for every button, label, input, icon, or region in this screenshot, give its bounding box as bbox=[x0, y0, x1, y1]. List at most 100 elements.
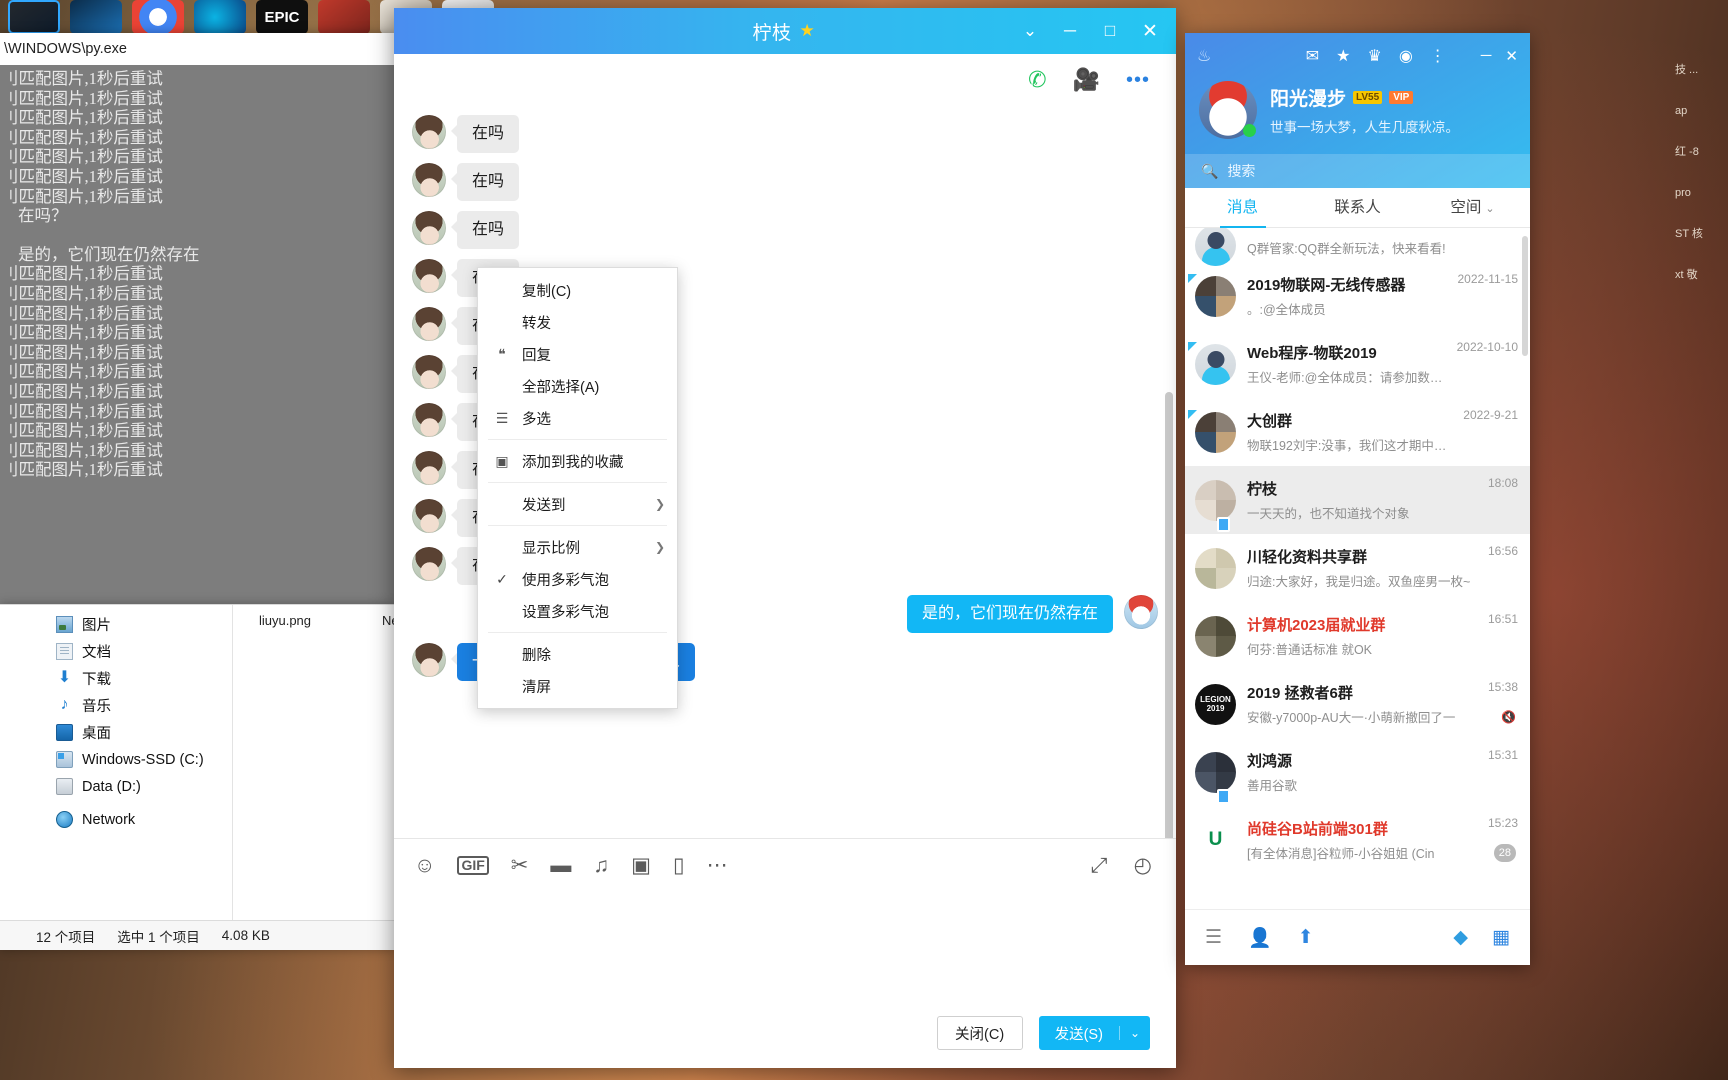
explorer-nav-item[interactable]: 文档 bbox=[56, 638, 232, 665]
message-input[interactable] bbox=[394, 891, 1176, 998]
context-menu-item[interactable]: 显示比例 ❯ bbox=[478, 531, 677, 563]
chat-list-item[interactable]: LEGION 2019 2019 拯救者6群 安徽-y7000p-AU大一·小萌新撤回… bbox=[1185, 670, 1530, 738]
file-explorer-window[interactable]: 图片 文档 ⬇ 下载 ♪ 音乐 桌面 Windows-SSD (C:) Data (D:) Net… bbox=[0, 604, 408, 950]
qq-header-icons[interactable]: ♨ ✉ ★ ♛ ◉ ⋮ ─ ✕ bbox=[1185, 43, 1530, 69]
avatar[interactable] bbox=[412, 259, 446, 293]
avatar[interactable] bbox=[1195, 479, 1236, 521]
menu-icon[interactable]: ☰ bbox=[1205, 926, 1222, 949]
avatar[interactable] bbox=[412, 163, 446, 197]
explorer-nav-item[interactable]: ♪ 音乐 bbox=[56, 692, 232, 719]
qq-bottom-bar[interactable]: ☰ 👤 ⬆ ◆ ▦ bbox=[1185, 909, 1530, 965]
chevron-down-icon[interactable]: ⌄ bbox=[1485, 203, 1494, 215]
chat-list-item[interactable]: 大创群 物联192刘宇:没事，我们这才期中，等下 2022-9-21 bbox=[1185, 398, 1530, 466]
explorer-nav-item[interactable]: Windows-SSD (C:) bbox=[56, 746, 232, 773]
avatar[interactable] bbox=[412, 355, 446, 389]
avatar[interactable] bbox=[412, 547, 446, 581]
avatar[interactable] bbox=[412, 643, 446, 677]
explorer-nav-pane[interactable]: 图片 文档 ⬇ 下载 ♪ 音乐 桌面 Windows-SSD (C:) Data (D:) Net… bbox=[0, 605, 232, 920]
chat-list-item[interactable]: 刘鸿源 善用谷歌 15:31 bbox=[1185, 738, 1530, 806]
avatar[interactable]: LEGION 2019 bbox=[1195, 683, 1236, 725]
chat-input-bar[interactable]: ☺ GIF ✂ ▬ ♫ ▣ ▯ ⋯ ⤢ ◴ 关闭(C) 发送(S) ⌄ bbox=[394, 838, 1176, 1068]
message-context-menu[interactable]: 复制(C) 转发 ❝ 回复 全部选择(A) ☰ 多选 ▣ 添加到我的收藏 发送到 ❯ 显示比例 ❯ ✓ 使用… bbox=[477, 267, 678, 709]
input-toolbar-right[interactable]: ⤢ ◴ bbox=[1091, 855, 1152, 876]
avatar[interactable] bbox=[412, 307, 446, 341]
chat-list-item[interactable]: Web程序-物联2019 王仪-老师:@全体成员：请参加数据通信 2022-10-1… bbox=[1185, 330, 1530, 398]
star-icon[interactable]: ★ bbox=[1336, 46, 1350, 66]
message-bubble[interactable]: 在吗 bbox=[450, 115, 520, 153]
message-bubble[interactable]: 是的，它们现在仍然存在 bbox=[906, 595, 1113, 633]
explorer-nav-item[interactable]: ⬇ 下载 bbox=[56, 665, 232, 692]
chat-list-item[interactable]: Q群管家:QQ群全新玩法，快来看看! bbox=[1185, 228, 1530, 266]
close-icon[interactable]: ✕ bbox=[1130, 8, 1170, 54]
epic-games-icon[interactable]: EPIC bbox=[256, 0, 308, 34]
avatar[interactable] bbox=[1195, 343, 1236, 385]
avatar[interactable] bbox=[1195, 411, 1236, 453]
gif-icon[interactable]: GIF bbox=[457, 855, 489, 875]
context-menu-item[interactable]: 设置多彩气泡 bbox=[478, 595, 677, 627]
chat-window-controls[interactable]: ⌄ ─ □ ✕ bbox=[1010, 8, 1170, 54]
music-icon[interactable]: ♫ bbox=[593, 855, 609, 876]
context-menu-item[interactable]: 全部选择(A) bbox=[478, 370, 677, 402]
bell-icon[interactable]: ♨ bbox=[1197, 46, 1211, 66]
chat-list-item[interactable]: 柠枝 一天天的，也不知道找个对象 18:08 bbox=[1185, 466, 1530, 534]
explorer-nav-item[interactable]: 图片 bbox=[56, 611, 232, 638]
tab-空间[interactable]: 空间 ⌄ bbox=[1415, 188, 1530, 228]
photo-tile-icon[interactable] bbox=[318, 0, 370, 34]
qq-header-icon-group[interactable]: ✉ ★ ♛ ◉ ⋮ ─ ✕ bbox=[1306, 46, 1518, 66]
context-menu-item[interactable]: 转发 bbox=[478, 306, 677, 338]
avatar[interactable] bbox=[412, 115, 446, 149]
emoji-icon[interactable]: ☺ bbox=[414, 855, 435, 876]
avatar[interactable] bbox=[412, 499, 446, 533]
avatar[interactable] bbox=[1124, 595, 1158, 629]
explorer-nav-item[interactable]: Data (D:) bbox=[56, 773, 232, 800]
chat-list-item[interactable]: U 尚硅谷B站前端301群 [有全体消息]谷粒师-小谷姐姐 (Cin 15:23 28 bbox=[1185, 806, 1530, 874]
maximize-icon[interactable]: □ bbox=[1090, 8, 1130, 54]
context-menu-item[interactable]: ✓ 使用多彩气泡 bbox=[478, 563, 677, 595]
chat-title-bar[interactable]: 柠枝 ★ ⌄ ─ □ ✕ bbox=[394, 8, 1176, 54]
context-menu-item[interactable]: 删除 bbox=[478, 638, 677, 670]
avatar[interactable]: U bbox=[1195, 819, 1236, 861]
explorer-file-pane[interactable]: liuyu.png New bbox=[232, 605, 408, 920]
message-row[interactable]: 在吗 bbox=[394, 206, 1176, 254]
menu-dots-icon[interactable]: ⋮ bbox=[1430, 46, 1446, 66]
shirt-icon[interactable]: ♛ bbox=[1367, 46, 1381, 66]
context-menu-item[interactable]: ▣ 添加到我的收藏 bbox=[478, 445, 677, 477]
context-menu-item[interactable]: ☰ 多选 bbox=[478, 402, 677, 434]
visual-studio-icon[interactable] bbox=[70, 0, 122, 34]
context-menu-item[interactable]: 复制(C) bbox=[478, 274, 677, 306]
avatar[interactable] bbox=[1195, 547, 1236, 589]
app-store-icon[interactable]: ⬆ bbox=[1298, 926, 1314, 949]
qq-tab-bar[interactable]: 消息 联系人 空间 ⌄ bbox=[1185, 188, 1530, 228]
close-button[interactable]: 关闭(C) bbox=[936, 1016, 1023, 1050]
explorer-nav-item[interactable]: 桌面 bbox=[56, 719, 232, 746]
app-grid-icon[interactable]: ▦ bbox=[1492, 926, 1510, 949]
video-call-icon[interactable]: 🎥 bbox=[1073, 69, 1100, 91]
minimize-icon[interactable]: ─ bbox=[1050, 8, 1090, 54]
chevron-down-icon[interactable]: ⌄ bbox=[1010, 8, 1050, 54]
chat-list[interactable]: Q群管家:QQ群全新玩法，快来看看! 2019物联网-无线传感器 。:@全体成员 20… bbox=[1185, 228, 1530, 909]
chat-list-item[interactable]: 计算机2023届就业群 何芬:普通话标准 就OK 16:51 bbox=[1185, 602, 1530, 670]
message-bubble[interactable]: 在吗 bbox=[450, 163, 520, 201]
qq-profile[interactable]: 阳光漫步 LV55 VIP 世事一场大梦，人生几度秋凉。 bbox=[1199, 81, 1518, 139]
explorer-nav-item[interactable]: Network bbox=[56, 806, 232, 833]
chat-list-item[interactable]: 2019物联网-无线传感器 。:@全体成员 2022-11-15 bbox=[1185, 262, 1530, 330]
chat-list-item[interactable]: 川轻化资料共享群 归途:大家好，我是归途。双鱼座男一枚~ 16:56 bbox=[1185, 534, 1530, 602]
file-item[interactable]: liuyu.png bbox=[243, 613, 327, 628]
avatar[interactable] bbox=[1195, 615, 1236, 657]
history-icon[interactable]: ◴ bbox=[1134, 855, 1152, 876]
chrome-icon[interactable] bbox=[132, 0, 184, 34]
message-row[interactable]: 在吗 bbox=[394, 158, 1176, 206]
folder-icon[interactable]: ▬ bbox=[550, 855, 571, 876]
chat-list-scrollbar[interactable] bbox=[1522, 236, 1528, 356]
qq-main-panel[interactable]: ♨ ✉ ★ ♛ ◉ ⋮ ─ ✕ 阳光漫步 LV55 VIP 世事一场大梦，人生几… bbox=[1185, 33, 1530, 965]
message-bubble[interactable]: 在吗 bbox=[450, 211, 520, 249]
qq-pet-icon[interactable]: ◆ bbox=[1453, 926, 1468, 949]
console-window[interactable]: \WINDOWS\py.exe 刂匹配图片,1秒后重试 刂匹配图片,1秒后重试 刂匹… bbox=[0, 33, 394, 605]
close-icon[interactable]: ✕ bbox=[1505, 47, 1518, 65]
edge-icon[interactable] bbox=[194, 0, 246, 34]
minimize-icon[interactable]: ─ bbox=[1481, 47, 1492, 65]
voice-call-icon[interactable]: ✆ bbox=[1028, 69, 1046, 91]
shield-icon[interactable]: ◉ bbox=[1399, 46, 1413, 66]
context-menu-item[interactable]: ❝ 回复 bbox=[478, 338, 677, 370]
tab-联系人[interactable]: 联系人 bbox=[1300, 188, 1415, 228]
